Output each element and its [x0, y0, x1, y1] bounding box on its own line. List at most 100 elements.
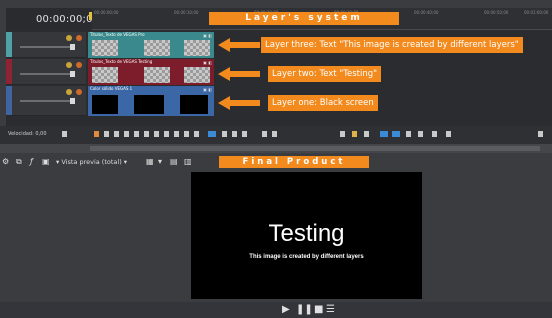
clip-thumbnail — [180, 95, 208, 114]
track-header-layer-three[interactable] — [6, 32, 86, 58]
annotation-layer-two: Layer two: Text "Testing" — [268, 66, 382, 82]
play-from-start-icon[interactable] — [114, 131, 119, 137]
track-color-strip — [6, 59, 12, 84]
slider-knob[interactable] — [70, 44, 75, 50]
auto-ripple-icon[interactable] — [392, 131, 400, 137]
record-icon[interactable] — [94, 131, 99, 137]
lock-icon[interactable] — [340, 131, 345, 137]
speed-label: Velocidad: 0,00 — [8, 131, 47, 137]
snapping-icon[interactable] — [380, 131, 388, 137]
clip-title: Color sólido VEGAS 1 — [90, 86, 133, 91]
clip-thumbnail — [144, 67, 170, 83]
go-to-end-icon[interactable] — [164, 131, 169, 137]
mute-icon[interactable] — [66, 62, 72, 68]
clip-thumbnail — [92, 40, 118, 56]
track-level-slider[interactable] — [20, 46, 70, 48]
timeline-header: 00:00:00;00 — [6, 8, 99, 30]
final-product-banner: Final Product — [219, 156, 369, 168]
track-color-strip — [6, 86, 12, 115]
annotation-layer-one: Layer one: Black screen — [268, 95, 378, 111]
playhead-marker[interactable] — [89, 12, 92, 20]
fx-icon[interactable]: ƒ — [30, 157, 33, 166]
stop-icon[interactable] — [144, 131, 149, 137]
video-preview-screen: Testing This image is created by differe… — [191, 172, 422, 299]
clip-thumbnail — [144, 40, 170, 56]
clip-thumbnail — [184, 40, 210, 56]
ruler-tick: 00:01:00;00 — [524, 10, 549, 15]
go-to-start-icon[interactable] — [154, 131, 159, 137]
clip-thumbnail — [134, 95, 164, 114]
ruler-tick: 00:00:00;00 — [94, 10, 119, 15]
split-screen-icon[interactable]: ▣ — [42, 157, 50, 166]
auto-crossfade-icon[interactable] — [446, 131, 451, 137]
normal-edit-tool-icon[interactable] — [208, 131, 216, 137]
lock-envelopes-icon[interactable] — [418, 131, 423, 137]
scrollbar-thumb[interactable] — [90, 146, 540, 151]
preview-quality-select[interactable]: ▾ Vista previa (total) ▾ — [56, 158, 127, 166]
preview-subtitle-text: This image is created by different layer… — [249, 254, 364, 260]
clip-fx-icon[interactable]: ▣ ◧ — [203, 87, 212, 92]
solo-icon[interactable] — [76, 35, 82, 41]
gear-icon[interactable]: ⚙ — [2, 157, 9, 166]
crossfade-icon[interactable] — [406, 131, 411, 137]
snapshot-icon[interactable]: ▤ — [170, 157, 178, 166]
rewind-icon[interactable] — [194, 131, 199, 137]
timeline-toolbar: Velocidad: 0,00 — [0, 126, 552, 144]
region-icon[interactable] — [364, 131, 369, 137]
track-header-layer-two[interactable] — [6, 59, 86, 85]
prev-frame-icon[interactable] — [174, 131, 179, 137]
clip-layer-three[interactable]: Titulos_Texto de VEGAS Pro ▣ ◧ — [88, 32, 214, 58]
clip-layer-one[interactable]: Color sólido VEGAS 1 ▣ ◧ — [88, 86, 214, 116]
play-icon[interactable] — [124, 131, 129, 137]
arrow-left-icon — [218, 67, 260, 81]
clip-title: Titulos_Texto de VEGAS Pro — [90, 32, 145, 37]
solo-icon[interactable] — [76, 62, 82, 68]
track-level-slider[interactable] — [20, 73, 70, 75]
mute-icon[interactable] — [66, 89, 72, 95]
layers-system-banner: Layer's system — [209, 12, 399, 25]
clip-layer-two[interactable]: Titulos_Texto de VEGAS Testing ▣ ◧ — [88, 59, 214, 85]
menu-icon[interactable]: ☰ — [326, 304, 335, 315]
delete-icon[interactable] — [262, 131, 267, 137]
mute-icon[interactable] — [66, 35, 72, 41]
trim-icon[interactable] — [272, 131, 277, 137]
clip-thumbnail — [184, 67, 210, 83]
slider-knob[interactable] — [70, 71, 75, 77]
clip-fx-icon[interactable]: ▣ ◧ — [203, 60, 212, 65]
play-icon[interactable]: ▶ — [282, 304, 290, 315]
pause-icon[interactable]: ❚❚ — [296, 304, 313, 315]
more-tools-icon[interactable] — [538, 131, 543, 137]
preview-quality-value: Vista previa (total) — [61, 158, 122, 166]
solo-icon[interactable] — [76, 89, 82, 95]
zoom-tool-icon[interactable] — [242, 131, 247, 137]
preview-transport-bar: ▶ ❚❚ ■ ☰ — [0, 302, 552, 318]
clip-thumbnail — [92, 67, 118, 83]
chevron-down-icon[interactable]: ▾ — [158, 157, 162, 166]
envelope-tool-icon[interactable] — [222, 131, 227, 137]
clip-fx-icon[interactable]: ▣ ◧ — [203, 33, 212, 38]
selection-tool-icon[interactable] — [232, 131, 237, 137]
save-snapshot-icon[interactable]: ▥ — [184, 157, 192, 166]
track-color-strip — [6, 32, 12, 57]
overlays-icon[interactable]: ▦ — [146, 157, 154, 166]
ruler-tick: 00:00:50;00 — [484, 10, 509, 15]
ruler-tick: 00:00:10;00 — [174, 10, 199, 15]
zoom-handle-icon[interactable] — [62, 131, 67, 137]
ignore-grouping-icon[interactable] — [432, 131, 437, 137]
track-level-slider[interactable] — [20, 100, 70, 102]
timeline-scrollbar[interactable] — [0, 144, 552, 153]
marker-icon[interactable] — [352, 131, 357, 137]
arrow-left-icon — [218, 96, 260, 110]
loop-icon[interactable] — [104, 131, 109, 137]
next-frame-icon[interactable] — [184, 131, 189, 137]
clip-thumbnail — [92, 95, 118, 114]
copy-icon[interactable]: ⧉ — [16, 157, 22, 167]
annotation-layer-three: Layer three: Text "This image is created… — [261, 37, 523, 53]
stop-icon[interactable]: ■ — [314, 304, 323, 315]
preview-title-text: Testing — [268, 220, 345, 247]
pause-icon[interactable] — [134, 131, 139, 137]
slider-knob[interactable] — [70, 98, 75, 104]
ruler-tick: 00:00:40;00 — [414, 10, 439, 15]
track-header-layer-one[interactable] — [6, 86, 86, 116]
clip-title: Titulos_Texto de VEGAS Testing — [90, 59, 153, 64]
